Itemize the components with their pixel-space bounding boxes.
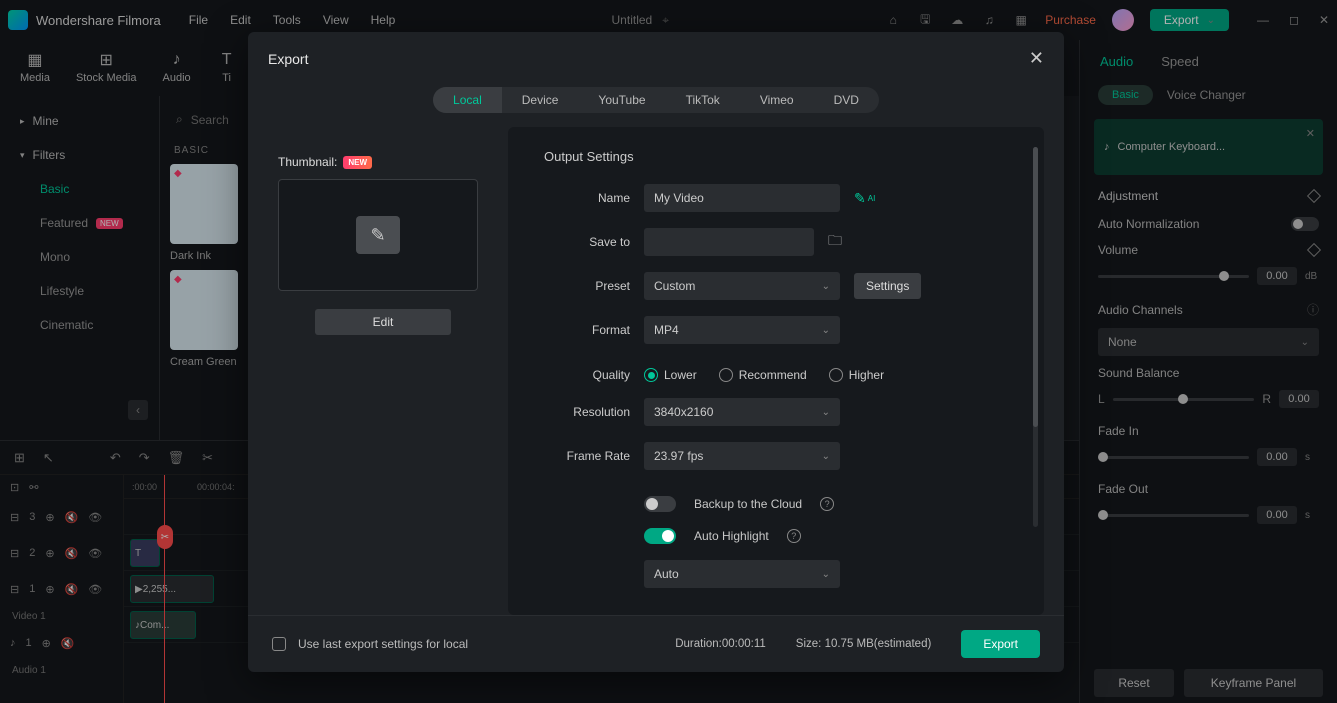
new-badge: NEW — [343, 156, 372, 169]
edit-thumbnail-icon: ✎ — [356, 216, 400, 254]
export-modal: Export ✕ Local Device YouTube TikTok Vim… — [248, 32, 1064, 672]
frame-rate-select[interactable]: 23.97 fps ⌄ — [644, 442, 840, 470]
export-tab-vimeo[interactable]: Vimeo — [740, 87, 814, 113]
preset-label: Preset — [544, 279, 630, 293]
export-tab-local[interactable]: Local — [433, 87, 502, 113]
use-last-settings-label: Use last export settings for local — [298, 637, 468, 651]
modal-title: Export — [268, 51, 308, 67]
thumbnail-preview[interactable]: ✎ — [278, 179, 478, 291]
resolution-label: Resolution — [544, 405, 630, 419]
export-tab-tiktok[interactable]: TikTok — [666, 87, 740, 113]
quality-higher-radio[interactable]: Higher — [829, 368, 884, 382]
chevron-down-icon: ⌄ — [822, 325, 830, 336]
ai-name-icon[interactable]: ✎AI — [854, 190, 875, 207]
backup-cloud-label: Backup to the Cloud — [694, 497, 802, 511]
save-to-input[interactable] — [644, 228, 814, 256]
chevron-down-icon: ⌄ — [822, 569, 830, 580]
use-last-settings-checkbox[interactable] — [272, 637, 286, 651]
export-confirm-button[interactable]: Export — [961, 630, 1040, 658]
format-label: Format — [544, 323, 630, 337]
quality-recommend-radio[interactable]: Recommend — [719, 368, 807, 382]
thumbnail-label: Thumbnail: — [278, 155, 337, 169]
chevron-down-icon: ⌄ — [822, 451, 830, 462]
format-select[interactable]: MP4 ⌄ — [644, 316, 840, 344]
export-tab-device[interactable]: Device — [502, 87, 579, 113]
auto-highlight-toggle[interactable] — [644, 528, 676, 544]
export-tab-dvd[interactable]: DVD — [814, 87, 879, 113]
frame-rate-label: Frame Rate — [544, 449, 630, 463]
preset-settings-button[interactable]: Settings — [854, 273, 921, 299]
modal-close-button[interactable]: ✕ — [1029, 48, 1044, 69]
name-input[interactable] — [644, 184, 840, 212]
folder-browse-icon[interactable]: 🗀 — [828, 230, 842, 254]
duration-info: Duration:00:00:11 — [675, 638, 766, 650]
modal-scrollbar[interactable] — [1033, 147, 1038, 527]
auto-highlight-label: Auto Highlight — [694, 529, 769, 543]
highlight-help-icon[interactable]: ? — [787, 529, 801, 543]
backup-cloud-toggle[interactable] — [644, 496, 676, 512]
export-tab-youtube[interactable]: YouTube — [578, 87, 665, 113]
chevron-down-icon: ⌄ — [822, 407, 830, 418]
size-info: Size: 10.75 MB(estimated) — [796, 638, 932, 650]
quality-label: Quality — [544, 368, 630, 382]
chevron-down-icon: ⌄ — [822, 281, 830, 292]
edit-thumbnail-button[interactable]: Edit — [315, 309, 451, 335]
backup-help-icon[interactable]: ? — [820, 497, 834, 511]
auto-highlight-select[interactable]: Auto ⌄ — [644, 560, 840, 588]
resolution-select[interactable]: 3840x2160 ⌄ — [644, 398, 840, 426]
output-settings-title: Output Settings — [544, 149, 1014, 164]
name-label: Name — [544, 191, 630, 205]
preset-select[interactable]: Custom ⌄ — [644, 272, 840, 300]
save-to-label: Save to — [544, 235, 630, 249]
quality-lower-radio[interactable]: Lower — [644, 368, 697, 382]
